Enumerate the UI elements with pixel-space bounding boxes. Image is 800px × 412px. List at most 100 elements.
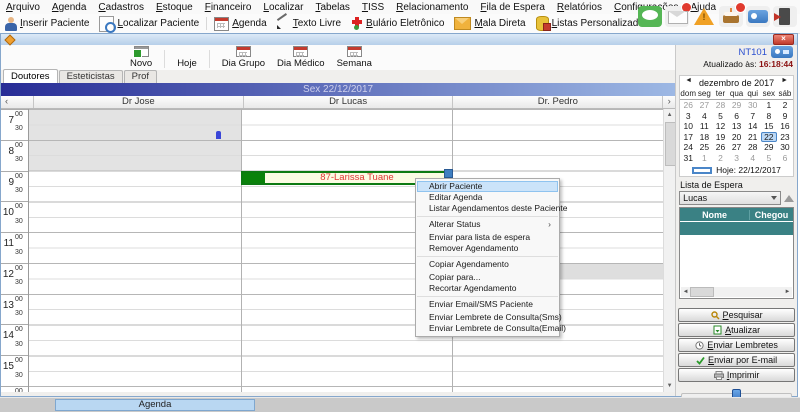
calendar-day[interactable]: 25 — [696, 142, 712, 153]
calendar-day[interactable]: 3 — [729, 153, 745, 164]
mail-merge-button[interactable]: Mala Direta — [449, 15, 530, 33]
appointment-handle[interactable] — [444, 169, 453, 178]
column-header-dr-lucas[interactable]: Dr Lucas — [243, 96, 453, 108]
calendar-day[interactable]: 9 — [777, 111, 793, 122]
chat-icon[interactable] — [638, 6, 662, 27]
context-menu-item[interactable]: Enviar Email/SMS Paciente — [417, 296, 558, 312]
calendar-day[interactable]: 11 — [696, 121, 712, 132]
print-button[interactable]: Imprimir — [678, 368, 795, 382]
calendar-day[interactable]: 23 — [777, 132, 793, 143]
menu-item[interactable]: Cadastros — [92, 2, 150, 13]
taskbar-tab-agenda[interactable]: Agenda — [55, 399, 255, 411]
calendar-day[interactable]: 22 — [761, 132, 777, 143]
custom-lists-button[interactable]: Listas Personalizadas — [531, 15, 654, 33]
calendar-day[interactable]: 16 — [777, 121, 793, 132]
calendar-day[interactable]: 20 — [729, 132, 745, 143]
menu-item[interactable]: Estoque — [150, 2, 199, 13]
scroll-down-icon[interactable]: ▼ — [664, 380, 675, 392]
contacts-icon[interactable] — [746, 6, 770, 27]
calendar-day[interactable]: 29 — [729, 100, 745, 111]
today-button[interactable]: Hoje — [171, 45, 203, 70]
calendar-day[interactable]: 28 — [712, 100, 728, 111]
schedule-grid-body[interactable]: 87-Larissa Tuane — [29, 109, 664, 392]
collapse-triangle-icon[interactable] — [784, 195, 794, 202]
column-chegou[interactable]: Chegou — [750, 210, 793, 220]
context-menu-item[interactable]: Abrir Paciente — [417, 181, 558, 192]
calendar-day[interactable]: 6 — [729, 111, 745, 122]
agenda-button[interactable]: Agenda — [209, 15, 271, 33]
calendar-day[interactable]: 19 — [712, 132, 728, 143]
window-titlebar[interactable]: × — [1, 34, 797, 45]
calendar-day[interactable]: 6 — [777, 153, 793, 164]
menu-item[interactable]: Fila de Espera — [474, 2, 550, 13]
tab[interactable]: Esteticistas — [59, 70, 123, 83]
menu-item[interactable]: Relacionamento — [390, 2, 474, 13]
context-menu-item[interactable]: Copiar para... — [417, 272, 558, 283]
menu-item[interactable]: Agenda — [46, 2, 92, 13]
menu-item[interactable]: Relatórios — [551, 2, 608, 13]
drug-guide-button[interactable]: Bulário Eletrônico — [346, 15, 449, 33]
menu-item[interactable]: Tabelas — [309, 2, 355, 13]
menu-item[interactable]: Localizar — [257, 2, 309, 13]
calendar-day[interactable]: 27 — [696, 100, 712, 111]
menu-item[interactable]: Arquivo — [0, 2, 46, 13]
horizontal-scrollbar[interactable]: ◄ ► — [681, 287, 792, 297]
birthday-icon[interactable] — [719, 6, 743, 27]
context-menu-item[interactable]: Enviar Lembrete de Consulta(Sms) — [417, 312, 558, 323]
calendar-day[interactable]: 27 — [729, 142, 745, 153]
calendar-day[interactable]: 13 — [729, 121, 745, 132]
calendar-day[interactable]: 10 — [680, 121, 696, 132]
menu-item[interactable]: Financeiro — [199, 2, 258, 13]
calendar-day[interactable]: 5 — [761, 153, 777, 164]
scroll-up-icon[interactable]: ▲ — [664, 109, 675, 121]
send-reminders-button[interactable]: Enviar Lembretes — [678, 338, 795, 352]
menu-item[interactable]: TISS — [356, 2, 390, 13]
calendar-day[interactable]: 4 — [696, 111, 712, 122]
insert-patient-button[interactable]: Inserir Paciente — [0, 15, 94, 33]
calendar-day[interactable]: 8 — [761, 111, 777, 122]
calendar-day[interactable]: 30 — [777, 142, 793, 153]
tab[interactable]: Prof — [124, 70, 157, 83]
today-label[interactable]: Hoje: 22/12/2017 — [716, 165, 781, 175]
free-text-button[interactable]: Texto Livre — [272, 15, 346, 33]
logout-icon[interactable] — [773, 6, 797, 27]
calendar-day[interactable]: 21 — [745, 132, 761, 143]
tab[interactable]: Doutores — [3, 69, 58, 83]
context-menu-item[interactable]: Editar Agenda — [417, 192, 558, 203]
context-menu-item[interactable]: Enviar para lista de espera — [417, 232, 558, 243]
close-button[interactable]: × — [773, 34, 794, 45]
calendar-day[interactable]: 29 — [761, 142, 777, 153]
column-header-dr-jose[interactable]: Dr Jose — [33, 96, 243, 108]
calendar-day[interactable]: 17 — [680, 132, 696, 143]
calendar-day[interactable]: 30 — [745, 100, 761, 111]
week-button[interactable]: Semana — [331, 45, 378, 70]
send-email-button[interactable]: Enviar por E-mail — [678, 353, 795, 367]
calendar-day[interactable]: 1 — [696, 153, 712, 164]
selected-row[interactable] — [680, 222, 793, 235]
context-menu-item[interactable]: Listar Agendamentos deste Paciente — [417, 203, 558, 214]
context-menu-item[interactable]: Recortar Agendamento — [417, 283, 558, 294]
scroll-right-icon[interactable]: ► — [783, 289, 792, 295]
calendar-day[interactable]: 4 — [745, 153, 761, 164]
new-button[interactable]: Novo — [124, 45, 158, 70]
scrollbar-thumb[interactable] — [690, 287, 714, 297]
refresh-button[interactable]: Atualizar — [678, 323, 795, 337]
calendar-day[interactable]: 14 — [745, 121, 761, 132]
calendar-day[interactable]: 28 — [745, 142, 761, 153]
day-doctor-button[interactable]: Dia Médico — [271, 45, 331, 70]
calendar-day[interactable]: 2 — [712, 153, 728, 164]
calendar-day[interactable]: 26 — [680, 100, 696, 111]
calendar-day[interactable]: 31 — [680, 153, 696, 164]
column-nome[interactable]: Nome — [680, 210, 750, 220]
context-menu-item[interactable]: Remover Agendamento — [417, 243, 558, 254]
scroll-left-icon[interactable]: ◄ — [681, 289, 690, 295]
search-button[interactable]: Pesquisar — [678, 308, 795, 322]
scrollbar-thumb[interactable] — [665, 122, 675, 166]
calendar-prev-icon[interactable]: ◄ — [685, 77, 692, 84]
warning-icon[interactable]: ! — [692, 6, 716, 27]
calendar-day[interactable]: 26 — [712, 142, 728, 153]
next-column-arrow[interactable]: › — [662, 96, 675, 108]
calendar-day[interactable]: 15 — [761, 121, 777, 132]
calendar-day[interactable]: 12 — [712, 121, 728, 132]
context-menu-item[interactable]: Copiar Agendamento — [417, 256, 558, 272]
